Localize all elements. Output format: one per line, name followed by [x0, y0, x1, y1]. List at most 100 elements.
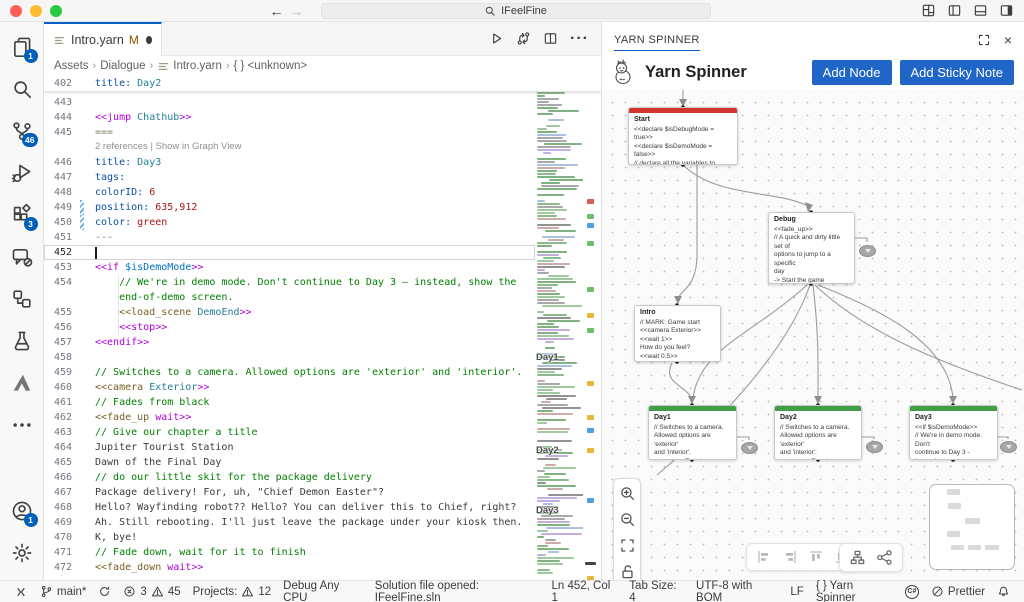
- status-problems[interactable]: 345: [117, 581, 186, 602]
- activity-bar-accounts[interactable]: 1: [0, 490, 44, 532]
- codelens[interactable]: 2 references | Show in Graph View: [44, 140, 535, 155]
- breadcrumb-item[interactable]: Intro.yarn: [157, 60, 222, 73]
- code-line-460[interactable]: 460<<camera Exterior>>: [44, 380, 535, 395]
- code-line-465[interactable]: 465Dawn of the Final Day: [44, 455, 535, 470]
- graph-node-debug[interactable]: Debug<<fade_up>>// A quick and dirty lit…: [768, 212, 855, 284]
- zoom-in-icon[interactable]: [619, 485, 636, 502]
- tab-intro-yarn[interactable]: Intro.yarn M: [44, 22, 162, 56]
- status-indentation[interactable]: Tab Size: 4: [623, 581, 690, 602]
- lock-open-icon[interactable]: [619, 563, 636, 580]
- history-back-button[interactable]: ←: [267, 3, 287, 19]
- code-line-450[interactable]: 450color: green: [44, 215, 535, 230]
- code-line-457[interactable]: 457<<endif>>: [44, 335, 535, 350]
- code-line-446[interactable]: 446title: Day3: [44, 155, 535, 170]
- node-jump-connector[interactable]: [1000, 441, 1017, 453]
- activity-bar-chat[interactable]: [0, 236, 44, 278]
- align-left-icon[interactable]: [756, 549, 772, 565]
- add-sticky-note-button[interactable]: Add Sticky Note: [900, 60, 1015, 85]
- activity-bar-more-views[interactable]: [0, 404, 44, 446]
- status-eol[interactable]: LF: [784, 581, 809, 602]
- status-remote-indicator[interactable]: [8, 581, 34, 602]
- code-line-444[interactable]: 444<<jump Chathub>>: [44, 110, 535, 125]
- more-actions-icon[interactable]: ···: [570, 30, 589, 48]
- code-line-452[interactable]: 452: [44, 245, 535, 260]
- code-line-462[interactable]: 462<<fade_up wait>>: [44, 410, 535, 425]
- activity-bar-azure[interactable]: [0, 362, 44, 404]
- graph-node-day1[interactable]: Day1// Switches to a camera.Allowed opti…: [648, 405, 737, 460]
- graph-node-intro[interactable]: Intro// MARK: Game start<<camera Exterio…: [634, 305, 721, 362]
- breadcrumb-item[interactable]: Dialogue: [100, 60, 145, 72]
- sticky-scroll-line[interactable]: 402title: Day2: [44, 76, 601, 91]
- auto-layout-tree-icon[interactable]: [849, 549, 866, 566]
- code-line-471[interactable]: 471// Fade down, wait for it to finish: [44, 545, 535, 560]
- code-line-468[interactable]: 468Hello? Wayfinding robot?? Hello? You …: [44, 500, 535, 515]
- graph-minimap[interactable]: [929, 484, 1015, 570]
- activity-bar-testing[interactable]: [0, 320, 44, 362]
- open-changes-icon[interactable]: [516, 31, 531, 46]
- code-line-469[interactable]: 469Ah. Still rebooting. I'll just leave …: [44, 515, 535, 530]
- code-line-447[interactable]: 447tags:: [44, 170, 535, 185]
- overview-ruler[interactable]: [583, 76, 601, 580]
- code-line-445[interactable]: 445===: [44, 125, 535, 140]
- status-sync-changes[interactable]: [92, 581, 117, 602]
- code-line-472[interactable]: 472<<fade_down wait>>: [44, 560, 535, 575]
- code-line-453[interactable]: 453<<if $isDemoMode>>: [44, 260, 535, 275]
- maximize-panel-icon[interactable]: [977, 33, 991, 47]
- status-build-config[interactable]: Debug Any CPU: [277, 581, 369, 602]
- customize-layout-icon[interactable]: [921, 3, 936, 18]
- split-editor-icon[interactable]: [543, 31, 558, 46]
- activity-bar-settings[interactable]: [0, 532, 44, 574]
- run-file-icon[interactable]: [489, 31, 504, 46]
- code-line-459[interactable]: 459// Switches to a camera. Allowed opti…: [44, 365, 535, 380]
- align-top-icon[interactable]: [808, 549, 824, 565]
- node-graph-canvas[interactable]: Start<<declare $isDebugMode =true>><<dec…: [602, 90, 1024, 580]
- fit-view-icon[interactable]: [619, 537, 636, 554]
- status-notifications[interactable]: [991, 581, 1016, 602]
- code-line-470[interactable]: 470K, bye!: [44, 530, 535, 545]
- align-right-icon[interactable]: [782, 549, 798, 565]
- code-line-448[interactable]: 448colorID: 6: [44, 185, 535, 200]
- toggle-primary-sidebar-icon[interactable]: [947, 3, 962, 18]
- activity-bar-extensions[interactable]: 3: [0, 194, 44, 236]
- status-language-mode[interactable]: { } Yarn Spinner: [810, 581, 899, 602]
- minimize-window-button[interactable]: [30, 5, 42, 17]
- activity-bar-search[interactable]: [0, 68, 44, 110]
- breadcrumb-item[interactable]: Assets: [54, 60, 89, 72]
- code-line-451[interactable]: 451---: [44, 230, 535, 245]
- status-cursor-position[interactable]: Ln 452, Col 1: [545, 581, 623, 602]
- graph-node-start[interactable]: Start<<declare $isDebugMode =true>><<dec…: [628, 107, 738, 165]
- activity-bar-explorer[interactable]: 1: [0, 26, 44, 68]
- status-git-branch[interactable]: main*: [34, 581, 92, 602]
- status-solution-status[interactable]: Solution file opened: IFeelFine.sln: [369, 581, 546, 602]
- activity-bar-run-and-debug[interactable]: [0, 152, 44, 194]
- graph-node-day2[interactable]: Day2// Switches to a camera.Allowed opti…: [774, 405, 862, 460]
- activity-bar-source-control[interactable]: 46: [0, 110, 44, 152]
- history-forward-button[interactable]: →: [287, 3, 307, 19]
- node-jump-connector[interactable]: [866, 441, 883, 453]
- status-prettier[interactable]: Prettier: [925, 581, 991, 602]
- status-projects[interactable]: Projects:12: [187, 581, 278, 602]
- add-node-button[interactable]: Add Node: [812, 60, 892, 85]
- activity-bar-custom-editors[interactable]: [0, 278, 44, 320]
- code-editor[interactable]: 402title: Day2 443444<<jump Chathub>>445…: [44, 76, 601, 580]
- code-line-467[interactable]: 467Package delivery! For, uh, "Chief Dem…: [44, 485, 535, 500]
- dirty-indicator[interactable]: [146, 36, 152, 44]
- close-window-button[interactable]: [10, 5, 22, 17]
- breadcrumb-item[interactable]: { } <unknown>: [234, 60, 308, 72]
- minimap[interactable]: Day1Day2Day3: [535, 76, 583, 580]
- code-line-449[interactable]: 449position: 635,912: [44, 200, 535, 215]
- zoom-out-icon[interactable]: [619, 511, 636, 528]
- command-center-search[interactable]: IFeelFine: [321, 3, 711, 19]
- status-csharp-status[interactable]: C#: [899, 581, 925, 602]
- toggle-secondary-sidebar-icon[interactable]: [999, 3, 1014, 18]
- zoom-window-button[interactable]: [50, 5, 62, 17]
- code-line-443[interactable]: 443: [44, 95, 535, 110]
- code-line-463[interactable]: 463// Give our chapter a title: [44, 425, 535, 440]
- graph-node-day3[interactable]: Day3<<if $isDemoMode>>// We're in demo m…: [909, 405, 998, 460]
- panel-tab-yarn-spinner[interactable]: YARN SPINNER: [614, 23, 700, 57]
- close-panel-icon[interactable]: ×: [1004, 32, 1012, 48]
- node-jump-connector[interactable]: [859, 245, 876, 257]
- code-line-466[interactable]: 466// do our little skit for the package…: [44, 470, 535, 485]
- code-line-461[interactable]: 461// Fades from black: [44, 395, 535, 410]
- code-line-458[interactable]: 458: [44, 350, 535, 365]
